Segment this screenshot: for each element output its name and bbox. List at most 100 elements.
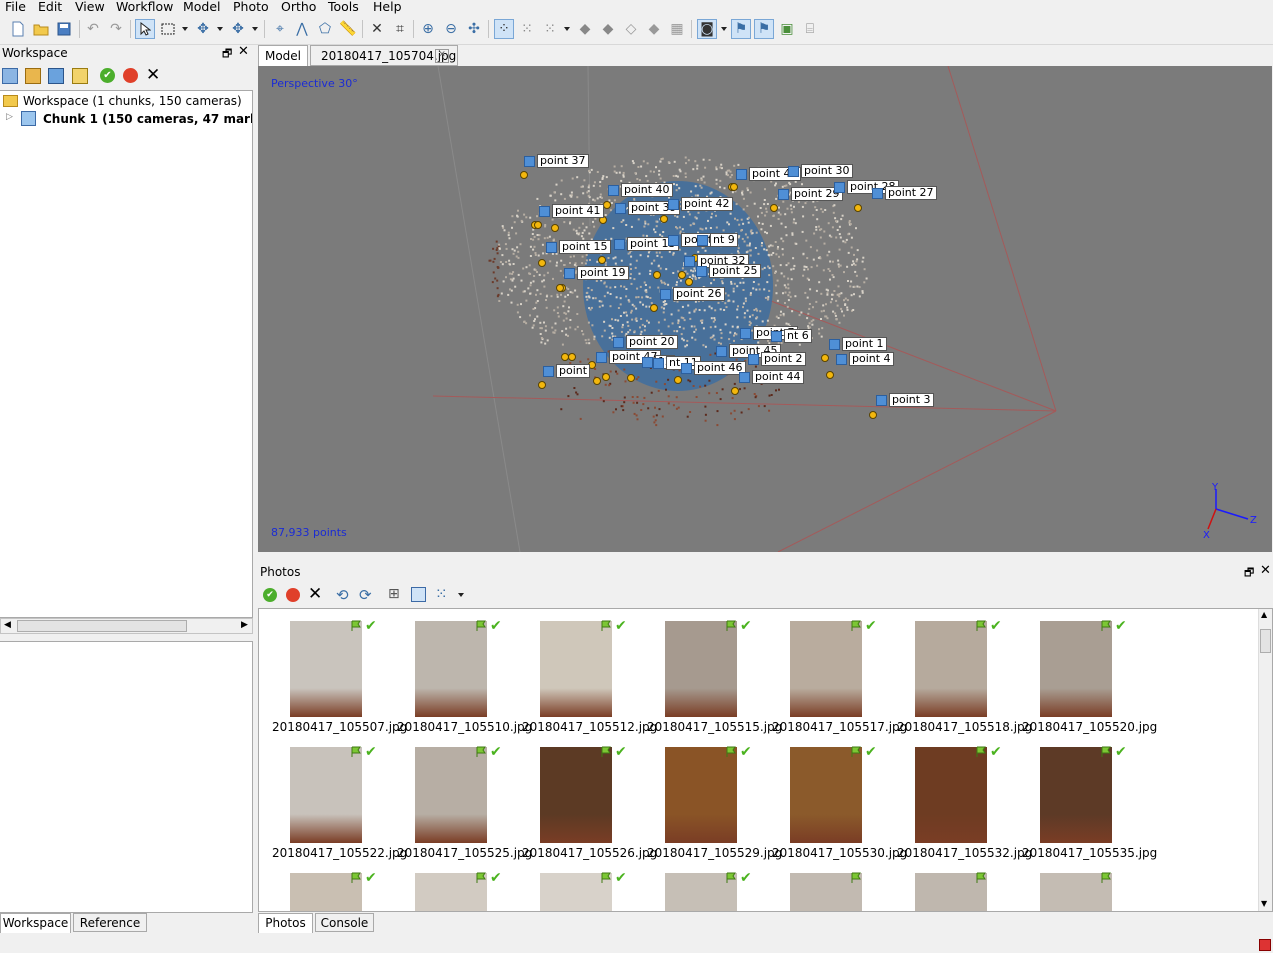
- tab-console[interactable]: Console: [315, 913, 374, 932]
- marker[interactable]: point 3: [876, 393, 934, 407]
- navigation-cursor-icon[interactable]: [135, 19, 155, 39]
- marker-projection-dot[interactable]: [593, 377, 601, 385]
- photo-thumbnail[interactable]: ✔: [647, 871, 767, 911]
- menu-tools[interactable]: Tools: [328, 0, 359, 14]
- marker[interactable]: point 2: [748, 352, 806, 366]
- tab-model[interactable]: Model: [258, 45, 308, 66]
- redo-icon[interactable]: ↷: [106, 19, 126, 39]
- delete-selection-icon[interactable]: ✕: [367, 19, 387, 39]
- show-region-icon[interactable]: ⌸: [800, 19, 820, 39]
- polyline-icon[interactable]: ⋀: [292, 19, 312, 39]
- close-tab-icon[interactable]: ✕: [435, 49, 449, 63]
- photo-thumbnail[interactable]: ✔ 20180417_105532.jpg: [897, 745, 1032, 865]
- marker[interactable]: point 41: [539, 204, 604, 218]
- mesh-view-icon[interactable]: ⁙: [540, 19, 560, 39]
- new-document-icon[interactable]: [8, 19, 28, 39]
- menu-ortho[interactable]: Ortho: [281, 0, 316, 14]
- shaded-model-icon[interactable]: ◆: [598, 19, 618, 39]
- marker-projection-dot[interactable]: [826, 371, 834, 379]
- add-chunk-icon[interactable]: [2, 68, 18, 84]
- menu-file[interactable]: File: [5, 0, 26, 14]
- marker-projection-dot[interactable]: [678, 271, 686, 279]
- save-icon[interactable]: [54, 19, 74, 39]
- photo-thumbnail[interactable]: ✔ 20180417_105510.jpg: [397, 619, 532, 739]
- chevron-down-icon[interactable]: [721, 27, 727, 31]
- marker[interactable]: point 20: [613, 335, 678, 349]
- workspace-root-label[interactable]: Workspace (1 chunks, 150 cameras): [23, 94, 242, 108]
- menu-view[interactable]: View: [75, 0, 105, 14]
- chunk-label[interactable]: Chunk 1 (150 cameras, 47 markers, 87: [43, 112, 252, 126]
- photos-vertical-scrollbar[interactable]: ▲ ▼: [1258, 609, 1272, 911]
- point-cloud-view-icon[interactable]: ⁘: [494, 19, 514, 39]
- rectangle-selection-icon[interactable]: [158, 19, 178, 39]
- menu-model[interactable]: Model: [183, 0, 221, 14]
- photo-thumbnail[interactable]: [1022, 872, 1142, 911]
- photo-thumbnail[interactable]: ✔ 20180417_105507.jpg: [272, 619, 407, 739]
- photo-thumbnail[interactable]: ✔ 20180417_105529.jpg: [647, 745, 782, 865]
- photo-thumbnail[interactable]: ✔ 20180417_105517.jpg: [772, 619, 907, 739]
- tab-photo-view[interactable]: 20180417_105704.jpg ✕: [310, 45, 458, 66]
- marker[interactable]: point: [543, 364, 591, 378]
- rotate-right-icon[interactable]: ⟳: [359, 586, 372, 604]
- show-markers-icon[interactable]: ⚑: [731, 19, 751, 39]
- marker[interactable]: point 19: [564, 266, 629, 280]
- float-panel-icon[interactable]: 🗗: [1244, 564, 1254, 583]
- scroll-right-icon[interactable]: ▶: [241, 620, 248, 630]
- marker-projection-dot[interactable]: [650, 304, 658, 312]
- view-mode-icon[interactable]: ⁙: [435, 585, 448, 603]
- scrollbar-thumb[interactable]: [1260, 629, 1271, 653]
- chevron-down-icon[interactable]: [252, 27, 258, 31]
- marker-projection-dot[interactable]: [556, 284, 564, 292]
- photo-thumbnail[interactable]: ✔ 20180417_105512.jpg: [522, 619, 657, 739]
- photo-thumbnail[interactable]: ✔ 20180417_105518.jpg: [897, 619, 1032, 739]
- marker-projection-dot[interactable]: [602, 373, 610, 381]
- marker[interactable]: point 4: [836, 352, 894, 366]
- zoom-out-icon[interactable]: ⊖: [441, 19, 461, 39]
- photo-thumbnail[interactable]: ✔ 20180417_105526.jpg: [522, 745, 657, 865]
- photo-thumbnail[interactable]: ✔ 20180417_105525.jpg: [397, 745, 532, 865]
- marker-projection-dot[interactable]: [538, 259, 546, 267]
- model-viewport[interactable]: Perspective 30° 87,933 points point 37 po…: [258, 66, 1272, 552]
- chevron-down-icon[interactable]: [564, 27, 570, 31]
- marker-projection-dot[interactable]: [674, 376, 682, 384]
- marker-projection-dot[interactable]: [660, 215, 668, 223]
- marker-projection-dot[interactable]: [534, 221, 542, 229]
- marker-projection-dot[interactable]: [551, 224, 559, 232]
- marker[interactable]: point 37: [524, 154, 589, 168]
- menu-help[interactable]: Help: [373, 0, 402, 14]
- marker[interactable]: point 27: [872, 186, 937, 200]
- scroll-left-icon[interactable]: ◀: [4, 620, 11, 630]
- marker-projection-dot[interactable]: [568, 353, 576, 361]
- marker[interactable]: point 42: [668, 197, 733, 211]
- photo-thumbnail[interactable]: ✔ 20180417_105530.jpg: [772, 745, 907, 865]
- tab-reference[interactable]: Reference: [73, 913, 147, 932]
- scroll-down-icon[interactable]: ▼: [1261, 899, 1267, 908]
- marker[interactable]: point 1: [829, 337, 887, 351]
- photo-thumbnail[interactable]: ✔: [397, 871, 517, 911]
- marker[interactable]: nt 6: [771, 329, 812, 343]
- chevron-down-icon[interactable]: [217, 27, 223, 31]
- add-markers-icon[interactable]: [48, 68, 64, 84]
- marker-projection-dot[interactable]: [520, 171, 528, 179]
- close-panel-icon[interactable]: ✕: [1260, 563, 1271, 578]
- rotate-object-icon[interactable]: ✥: [193, 19, 213, 39]
- polygon-icon[interactable]: ⬠: [315, 19, 335, 39]
- marker[interactable]: nt 9: [697, 233, 738, 247]
- marker[interactable]: point 15: [546, 240, 611, 254]
- crop-selection-icon[interactable]: ⌗: [390, 19, 410, 39]
- move-region-icon[interactable]: ✥: [228, 19, 248, 39]
- ruler-icon[interactable]: 📏: [338, 19, 358, 39]
- zoom-in-icon[interactable]: ⊕: [418, 19, 438, 39]
- photo-thumbnail[interactable]: ✔: [272, 871, 392, 911]
- expand-arrow-icon[interactable]: ▷: [6, 112, 13, 122]
- marker-projection-dot[interactable]: [731, 387, 739, 395]
- menu-photo[interactable]: Photo: [233, 0, 269, 14]
- show-cameras-icon[interactable]: ◙: [697, 19, 717, 39]
- chevron-down-icon[interactable]: [458, 593, 464, 597]
- photo-thumbnail[interactable]: ✔: [522, 871, 642, 911]
- marker-projection-dot[interactable]: [730, 183, 738, 191]
- dense-cloud-view-icon[interactable]: ⁙: [517, 19, 537, 39]
- textured-model-icon[interactable]: ◆: [644, 19, 664, 39]
- photo-thumbnail[interactable]: ✔ 20180417_105522.jpg: [272, 745, 407, 865]
- marker-projection-dot[interactable]: [598, 256, 606, 264]
